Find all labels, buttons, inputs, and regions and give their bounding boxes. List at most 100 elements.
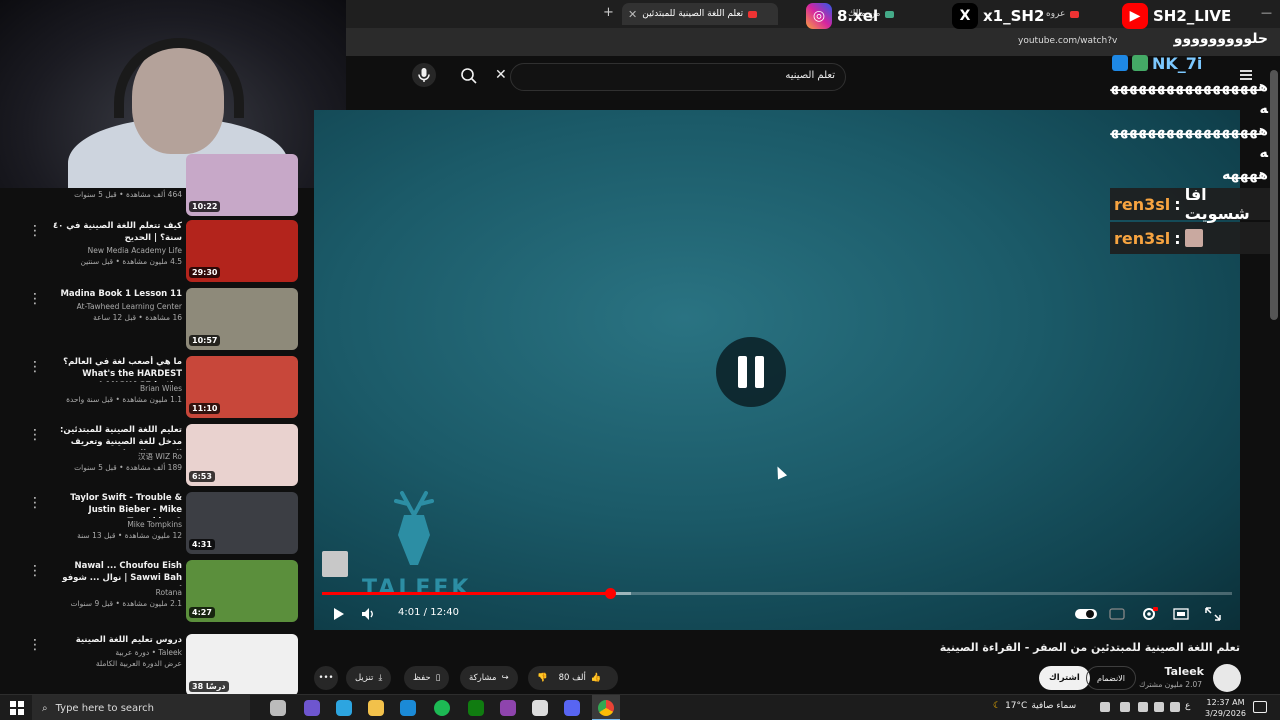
x-overlay: X x1_SH2 xyxy=(952,3,1044,29)
battery-icon[interactable] xyxy=(1170,702,1180,712)
headset-icon xyxy=(114,38,244,118)
more-actions-button[interactable]: ••• xyxy=(314,666,338,690)
twitch-icon[interactable] xyxy=(500,700,516,716)
channel-name[interactable]: Taleek xyxy=(1164,665,1204,678)
settings-button[interactable] xyxy=(1140,606,1158,622)
taskbar-clock[interactable]: 12:37 AM 3/29/2026 xyxy=(1205,697,1246,719)
chat-row: ren3sl : xyxy=(1110,222,1272,254)
network-icon[interactable] xyxy=(1138,702,1148,712)
recommendations-sidebar: 464 ألف مشاهدة • قبل 5 سنوات 10:22 ⋮ كيف… xyxy=(0,154,310,700)
recommendation-title: كيف تتعلم اللغة الصينية في ٤٠ سنة؟ | الح… xyxy=(52,221,182,243)
duration-badge: 4:27 xyxy=(189,607,215,618)
search-input-value: تعلم الصينيه xyxy=(785,70,835,81)
fullscreen-button[interactable] xyxy=(1204,606,1222,622)
file-explorer-icon[interactable] xyxy=(368,700,384,716)
channel-watermark-avatar[interactable] xyxy=(322,551,348,577)
copilot-icon[interactable] xyxy=(304,700,320,716)
url-field[interactable]: youtube.com/watch?v xyxy=(1018,36,1117,46)
taskbar-search-box[interactable]: ⌕ Type here to search xyxy=(32,695,250,720)
more-options-icon[interactable]: ⋮ xyxy=(28,292,42,306)
more-options-icon[interactable]: ⋮ xyxy=(28,638,42,652)
window-minimize-button[interactable]: — xyxy=(1261,6,1272,19)
channel-avatar[interactable] xyxy=(1213,664,1241,692)
miniplayer-button[interactable] xyxy=(1172,606,1190,622)
task-view-icon[interactable] xyxy=(270,700,286,716)
more-options-icon[interactable]: ⋮ xyxy=(28,564,42,578)
pause-icon[interactable] xyxy=(716,337,786,407)
search-input[interactable]: تعلم الصينيه xyxy=(510,63,846,91)
dislike-button[interactable]: 👎 xyxy=(537,673,548,683)
close-tab-icon[interactable]: ✕ xyxy=(628,8,637,21)
recommendation-item[interactable]: ⋮ ما هي أصعب لغة في العالم؟ What's the H… xyxy=(0,356,310,418)
tab-3[interactable]: عروه xyxy=(1040,3,1112,25)
notification-icon[interactable] xyxy=(1253,701,1267,713)
recommendation-item[interactable]: ⋮ كيف تتعلم اللغة الصينية في ٤٠ سنة؟ | ا… xyxy=(0,220,310,282)
recommendation-meta: 12 مليون مشاهدة • قبل 13 سنة xyxy=(77,531,182,540)
channel-action-row: ••• تنزيل ⤓ حفظ ▯ مشاركة ↪ 👎 80 ألف 👍 اش… xyxy=(0,660,1280,696)
more-options-icon[interactable]: ⋮ xyxy=(28,496,42,510)
page-scrollbar[interactable] xyxy=(1270,70,1278,320)
clear-search-icon[interactable]: ✕ xyxy=(495,67,507,83)
video-player[interactable]: TALEEK 4:01 / 12:40 xyxy=(314,110,1240,630)
recommendation-item[interactable]: ⋮ تعليم اللغة الصينية للمبتدئين: مدخل لل… xyxy=(0,424,310,486)
temperature: 17°C xyxy=(1005,701,1028,711)
chat-row: ren3sl : افا شسويت xyxy=(1110,185,1272,223)
new-tab-button[interactable]: + xyxy=(603,5,614,20)
deer-logo-icon xyxy=(394,491,434,565)
search-button[interactable] xyxy=(458,65,480,87)
play-store-icon[interactable] xyxy=(336,700,352,716)
obs-icon[interactable] xyxy=(532,700,548,716)
recommendation-channel: Rotana xyxy=(155,588,182,597)
recommendation-item[interactable]: ⋮ Taylor Swift - Trouble & Justin Bieber… xyxy=(0,492,310,554)
tab-label: عروه xyxy=(1046,9,1066,19)
recommendation-item[interactable]: ⋮ Nawal ... Choufou Eish Sawwi Bah | نوا… xyxy=(0,560,310,622)
play-button[interactable] xyxy=(330,606,346,622)
save-button[interactable]: حفظ ▯ xyxy=(404,666,450,690)
like-button[interactable]: 👍 xyxy=(591,673,602,683)
download-button[interactable]: تنزيل ⤓ xyxy=(346,666,392,690)
moon-icon: ☾ xyxy=(993,701,1002,711)
clock-date: 3/29/2026 xyxy=(1205,709,1247,718)
recommendation-item[interactable]: ⋮ Madina Book 1 Lesson 11 At-Tawheed Lea… xyxy=(0,288,310,350)
current-time: 4:01 xyxy=(398,607,421,618)
more-options-icon[interactable]: ⋮ xyxy=(28,224,42,238)
share-button[interactable]: مشاركة ↪ xyxy=(460,666,518,690)
recommendation-channel: 汉语 WIZ Ro xyxy=(138,452,182,461)
like-dislike-group: 👎 80 ألف 👍 xyxy=(528,666,618,690)
stream-chat-overlay: حلووووووووو NK_7i هههههههههههههههههه ههه… xyxy=(1110,28,1272,256)
recommendation-item[interactable]: 464 ألف مشاهدة • قبل 5 سنوات 10:22 xyxy=(0,154,310,216)
discord-icon[interactable] xyxy=(564,700,580,716)
tray-overflow-icon[interactable] xyxy=(1100,702,1110,712)
autoplay-toggle[interactable] xyxy=(1074,606,1098,622)
volume-icon xyxy=(362,608,369,620)
language-indicator[interactable]: ع xyxy=(1185,701,1190,711)
recommendation-title: تعليم اللغة الصينية للمبتدئين: مدخل للغة… xyxy=(60,425,182,450)
weather-widget[interactable]: ☾ 17°C سماء صافية xyxy=(993,701,1076,711)
fullscreen-icon xyxy=(1205,607,1221,621)
recommendation-title: Madina Book 1 Lesson 11 xyxy=(60,289,182,299)
more-options-icon[interactable]: ⋮ xyxy=(28,428,42,442)
xbox-icon[interactable] xyxy=(468,700,484,716)
spotify-icon[interactable] xyxy=(434,700,450,716)
edge-icon[interactable] xyxy=(400,700,416,716)
subscribe-button[interactable]: اشتراك xyxy=(1039,666,1090,690)
chat-username: NK_7i xyxy=(1152,53,1203,73)
more-options-icon[interactable]: ⋮ xyxy=(28,360,42,374)
total-duration: 12:40 xyxy=(430,607,460,618)
clock-time: 12:37 AM xyxy=(1206,698,1245,707)
windows-start-button[interactable] xyxy=(10,701,24,715)
chat-message: هههههههههههههههههه xyxy=(1110,79,1268,117)
volume-icon[interactable] xyxy=(1154,702,1164,712)
subtitles-button[interactable] xyxy=(1108,606,1126,622)
chat-badges: NK_7i xyxy=(1110,50,1272,76)
chrome-taskbar-button[interactable] xyxy=(592,695,620,720)
recommendation-title: ما هي أصعب لغة في العالم؟ What's the HAR… xyxy=(63,357,182,382)
volume-button[interactable] xyxy=(360,606,376,622)
tab-active[interactable]: ✕ تعلم اللغة الصينية للمبتدئين xyxy=(622,3,778,25)
chat-message: ههههه xyxy=(1222,167,1268,183)
progress-scrubber-handle[interactable] xyxy=(605,588,617,599)
recommendation-channel: Mike Tompkins xyxy=(127,520,182,529)
voice-search-button[interactable] xyxy=(412,63,436,87)
join-button[interactable]: الانضمام xyxy=(1086,666,1136,690)
microphone-icon[interactable] xyxy=(1120,702,1130,712)
